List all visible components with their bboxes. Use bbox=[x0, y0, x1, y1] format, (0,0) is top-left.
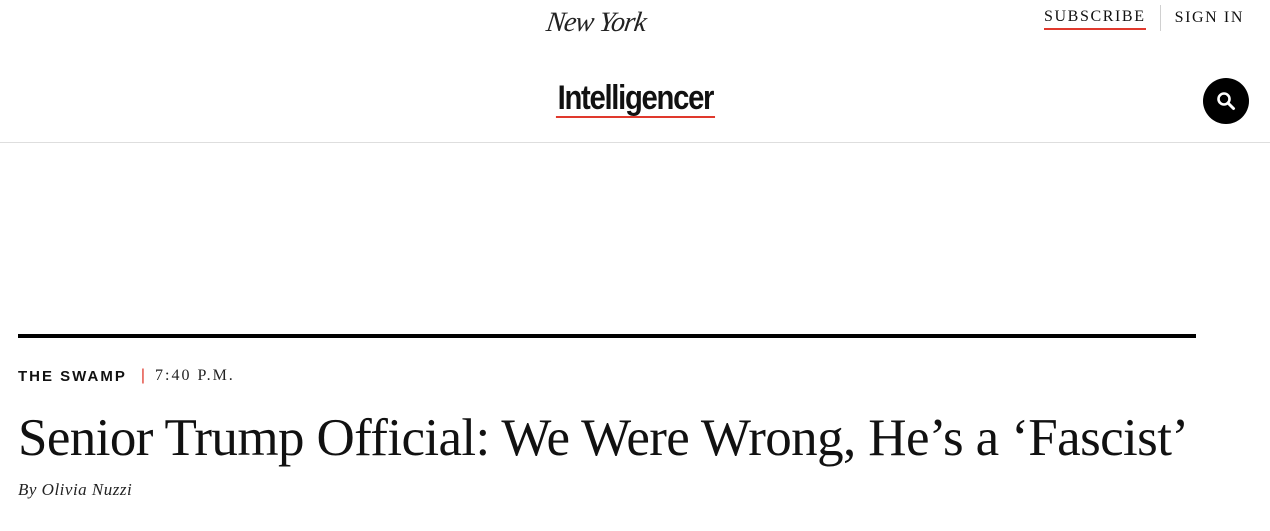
article-top-rule bbox=[18, 334, 1196, 338]
article: THE SWAMP | 7:40 P.M. Senior Trump Offic… bbox=[18, 334, 1196, 500]
account-divider bbox=[1159, 5, 1161, 31]
article-headline: Senior Trump Official: We Were Wrong, He… bbox=[18, 409, 1189, 467]
rubric-link[interactable]: THE SWAMP bbox=[18, 368, 127, 385]
article-meta: THE SWAMP | 7:40 P.M. bbox=[18, 366, 1196, 386]
meta-separator: | bbox=[140, 367, 145, 384]
article-byline: By Olivia Nuzzi bbox=[18, 480, 133, 499]
new-york-logo[interactable]: New York bbox=[519, 4, 672, 42]
search-button[interactable] bbox=[1203, 78, 1249, 124]
subscribe-link[interactable]: SUBSCRIBE bbox=[1044, 7, 1146, 30]
search-icon bbox=[1217, 92, 1235, 110]
section-title-wrap: Intelligencer bbox=[0, 80, 1270, 118]
publish-time: 7:40 P.M. bbox=[155, 367, 235, 384]
section-title-intelligencer[interactable]: Intelligencer bbox=[555, 80, 715, 118]
sign-in-link[interactable]: SIGN IN bbox=[1175, 8, 1244, 28]
site-header: New York SUBSCRIBE SIGN IN Intelligencer bbox=[0, 0, 1270, 143]
account-links: SUBSCRIBE SIGN IN bbox=[1044, 5, 1244, 31]
